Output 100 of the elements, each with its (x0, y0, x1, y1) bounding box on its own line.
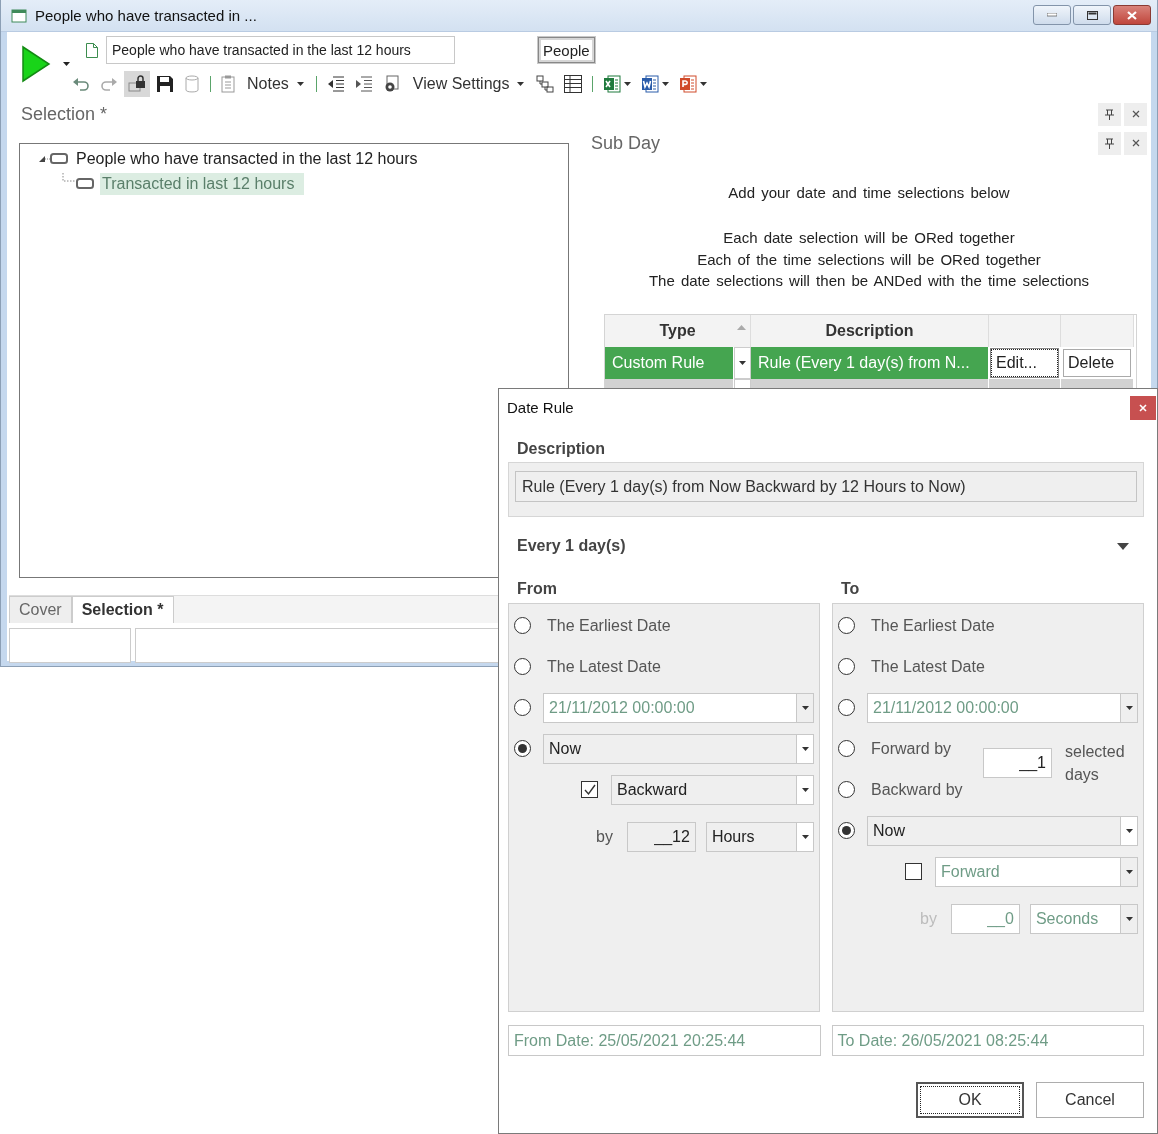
option-label: The Earliest Date (547, 616, 671, 635)
panel-title: Sub Day (591, 132, 661, 154)
delete-button[interactable]: Delete (1063, 348, 1131, 377)
close-icon (1139, 404, 1147, 412)
tab[interactable]: Cover (9, 596, 72, 623)
radio-button[interactable] (514, 658, 531, 675)
hierarchy-icon[interactable] (536, 75, 555, 93)
radio-button[interactable] (838, 740, 855, 757)
notes-button[interactable]: Notes (245, 72, 306, 96)
close-button[interactable] (1124, 131, 1147, 155)
close-button[interactable] (1113, 5, 1151, 25)
dialog-title: Date Rule (507, 398, 574, 416)
caret-icon[interactable] (63, 62, 70, 66)
option-label: Forward by (871, 739, 952, 758)
caret-icon (1125, 828, 1133, 833)
caret-icon (801, 787, 809, 792)
to-date-field: To Date: 26/05/2021 08:25:44 (831, 1025, 1144, 1056)
dropdown[interactable]: Hours (705, 821, 814, 852)
radio-button[interactable] (838, 781, 855, 798)
ok-button[interactable]: OK (916, 1082, 1024, 1118)
lock-button[interactable] (124, 71, 150, 97)
powerpoint-export-button[interactable] (679, 75, 708, 93)
indent-icon[interactable] (354, 76, 373, 92)
caret-icon (296, 82, 304, 86)
number-field[interactable]: __12 (626, 821, 696, 852)
caret-icon (1125, 869, 1133, 874)
instruction-text: Each date selection will be ORed together (723, 228, 1015, 248)
close-icon (1131, 110, 1140, 118)
maximize-button[interactable] (1073, 5, 1111, 25)
pin-icon (1105, 108, 1114, 120)
panel-title: Selection * (20, 103, 109, 126)
caret-icon (517, 82, 525, 86)
run-icon[interactable] (21, 45, 51, 83)
radio-button[interactable] (514, 617, 531, 634)
caret-icon (1125, 916, 1133, 921)
checkbox[interactable] (581, 781, 598, 798)
pin-button[interactable] (1098, 102, 1121, 126)
name-field[interactable]: People who have transacted in the last 12 hours (106, 36, 455, 64)
column-header[interactable]: Type (605, 314, 751, 347)
option-label: The Earliest Date (871, 616, 995, 635)
instruction-text: Add your date and time selections below (728, 183, 1010, 203)
minimize-icon (1047, 13, 1057, 17)
radio-button[interactable] (514, 740, 531, 757)
unit-label: selected days (1065, 742, 1126, 785)
caret-icon (739, 360, 746, 365)
description-field[interactable]: Rule (Every 1 day(s) from Now Backward by 12 Hours to Now) (515, 471, 1137, 502)
radio-button[interactable] (838, 699, 855, 716)
dropdown-button[interactable] (734, 346, 751, 379)
option-label: The Latest Date (547, 657, 661, 676)
caret-icon (801, 746, 809, 751)
word-export-button[interactable] (641, 75, 670, 93)
instruction-text: The date selections will then be ANDed with the time selections (648, 271, 1090, 291)
tree-item[interactable]: Transacted in last 12 hours (100, 172, 305, 195)
dropdown[interactable]: Now (867, 815, 1138, 846)
column-header[interactable]: Description (751, 314, 989, 347)
undo-icon[interactable] (72, 76, 90, 92)
radio-button[interactable] (838, 822, 855, 839)
close-button[interactable] (1124, 102, 1147, 126)
by-label: by (596, 827, 613, 846)
dropdown[interactable]: Now (543, 733, 814, 764)
close-icon (1131, 139, 1140, 147)
outdent-icon[interactable] (326, 76, 345, 92)
radio-button[interactable] (838, 617, 855, 634)
section-label: From (516, 579, 558, 599)
tree-item[interactable]: People who have transacted in the last 12 hours (74, 147, 428, 170)
excel-export-button[interactable] (603, 75, 632, 93)
window-icon (11, 8, 27, 23)
section-label: To (840, 579, 861, 599)
number-field[interactable]: __1 (983, 748, 1052, 778)
from-date-field: From Date: 25/05/2021 20:25:44 (508, 1025, 821, 1056)
checkbox[interactable] (905, 863, 922, 880)
edit-button[interactable]: Edit... (991, 348, 1058, 377)
node-icon (76, 178, 94, 189)
pin-icon (1105, 137, 1114, 149)
maximize-icon (1086, 10, 1098, 20)
tab[interactable]: Selection * (71, 596, 174, 623)
view-settings-button[interactable]: View Settings (410, 72, 527, 96)
option-label: Backward by (871, 780, 963, 799)
table-icon[interactable] (564, 75, 583, 93)
clipboard-icon[interactable] (221, 75, 235, 93)
save-icon[interactable] (156, 75, 174, 93)
section-label: Description (516, 439, 606, 459)
document-icon (86, 42, 98, 58)
dropdown[interactable]: Backward (611, 774, 814, 805)
caret-icon (624, 82, 632, 86)
caret-icon (801, 834, 809, 839)
cancel-button[interactable]: Cancel (1036, 1082, 1144, 1118)
people-button[interactable]: People (538, 37, 595, 63)
expand-icon[interactable] (1117, 542, 1129, 550)
collapse-icon[interactable] (38, 154, 50, 163)
caret-icon (700, 82, 708, 86)
pin-button[interactable] (1098, 131, 1121, 155)
lock-icon (128, 75, 146, 93)
close-icon (1127, 10, 1137, 20)
window-title: People who have transacted in ... (35, 7, 257, 24)
radio-button[interactable] (514, 699, 531, 716)
radio-button[interactable] (838, 658, 855, 675)
node-icon (50, 153, 68, 164)
caret-icon (1125, 705, 1133, 710)
option-label: The Latest Date (871, 657, 985, 676)
